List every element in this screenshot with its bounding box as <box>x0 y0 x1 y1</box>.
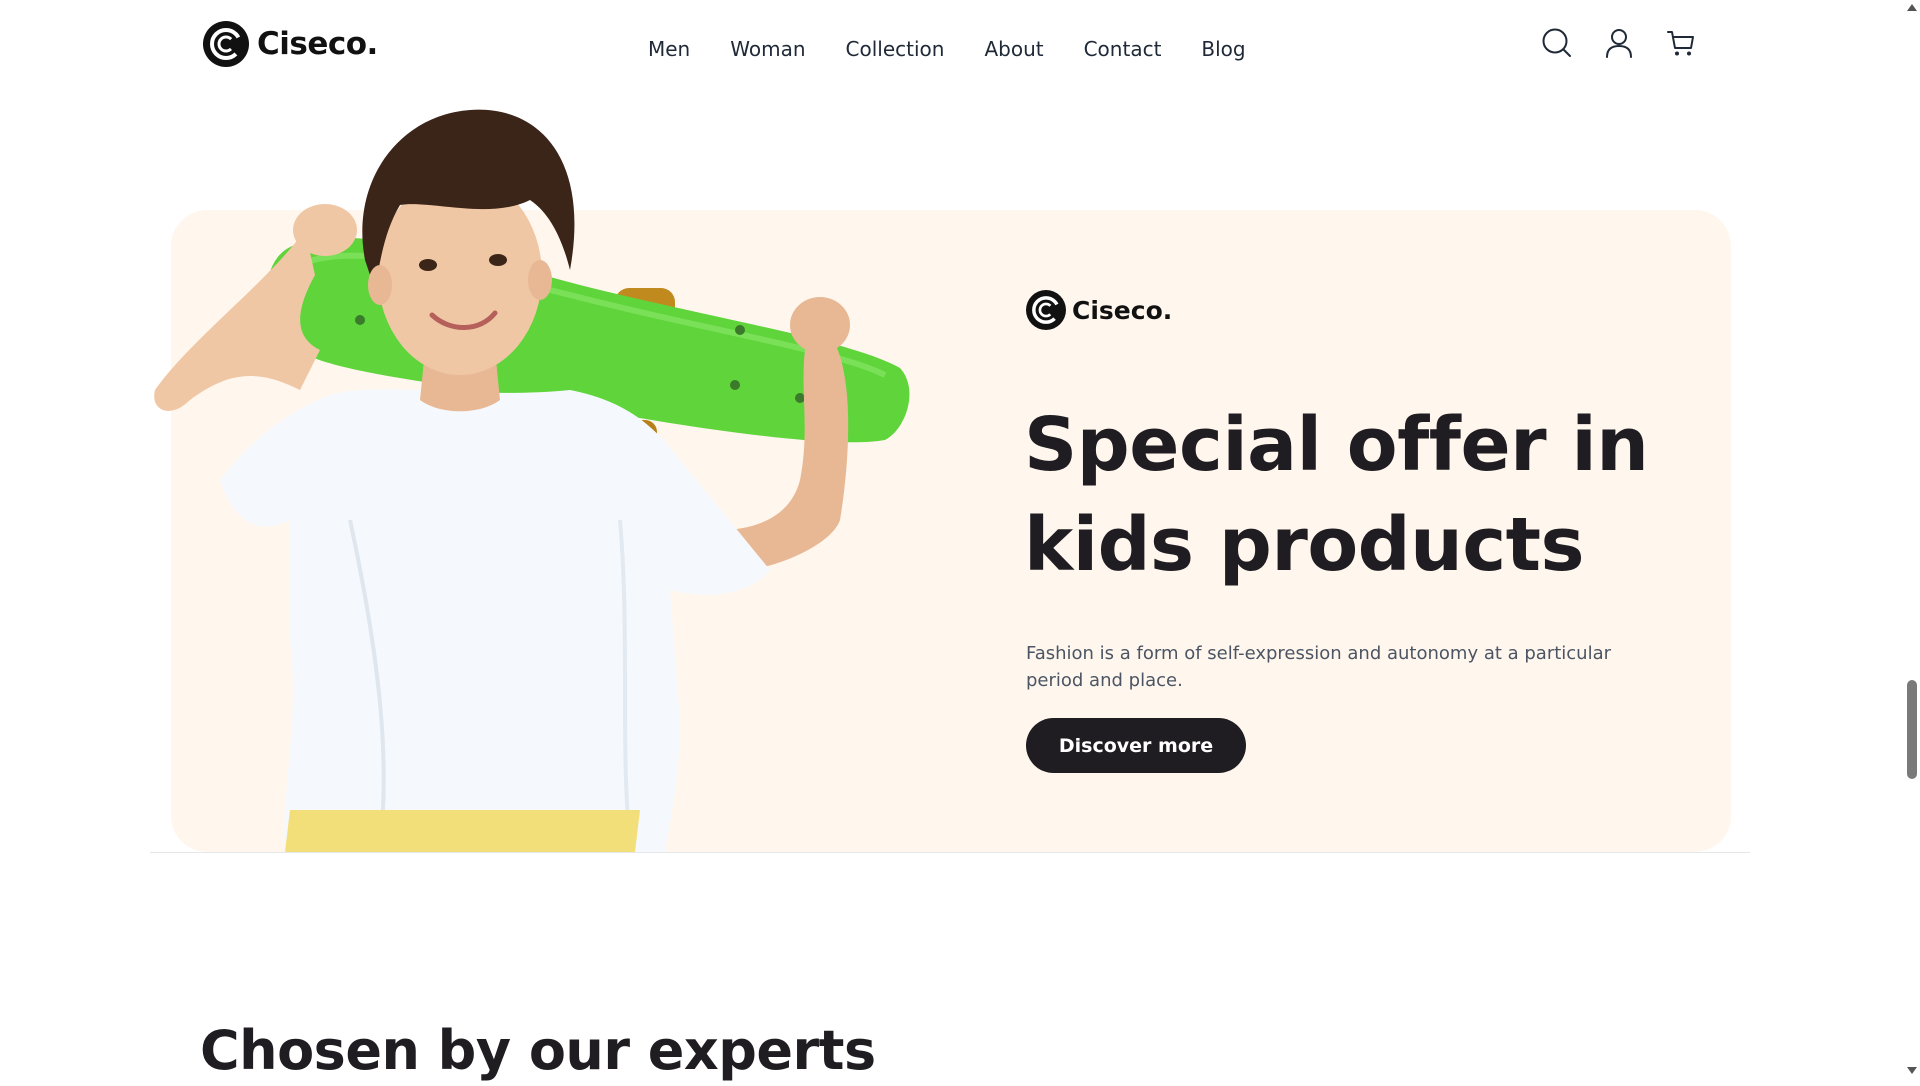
header-actions <box>1541 27 1697 59</box>
main-nav: Men Woman Collection About Contact Blog <box>648 36 1286 62</box>
page-scrollbar[interactable] <box>1904 0 1920 1080</box>
cart-icon[interactable] <box>1665 27 1697 59</box>
nav-item-contact[interactable]: Contact <box>1084 36 1162 62</box>
discover-more-button[interactable]: Discover more <box>1026 718 1246 773</box>
scroll-up-arrow-icon[interactable] <box>1907 4 1917 11</box>
site-header: Ciseco. Men Woman Collection About Conta… <box>0 0 1904 96</box>
scroll-thumb[interactable] <box>1907 680 1917 779</box>
kid-skateboard-image <box>154 109 910 852</box>
scroll-down-arrow-icon[interactable] <box>1907 1067 1917 1074</box>
banner-logo: Ciseco. <box>1026 290 1172 330</box>
nav-item-men[interactable]: Men <box>648 36 690 62</box>
banner-description: Fashion is a form of self-expression and… <box>1026 643 1612 691</box>
user-icon[interactable] <box>1603 27 1635 59</box>
logo-icon <box>203 21 249 67</box>
section-divider <box>150 852 1750 853</box>
logo-icon <box>1026 290 1066 330</box>
nav-item-about[interactable]: About <box>984 36 1043 62</box>
nav-item-collection[interactable]: Collection <box>846 36 945 62</box>
site-logo[interactable]: Ciseco. <box>203 21 378 67</box>
section-title: Chosen by our experts <box>200 1019 876 1082</box>
banner-title: Special offer in kids products <box>1024 402 1649 588</box>
search-icon[interactable] <box>1541 27 1573 59</box>
nav-item-woman[interactable]: Woman <box>730 36 805 62</box>
banner-logo-text: Ciseco. <box>1072 295 1173 325</box>
logo-text: Ciseco. <box>257 26 378 62</box>
nav-item-blog[interactable]: Blog <box>1201 36 1245 62</box>
